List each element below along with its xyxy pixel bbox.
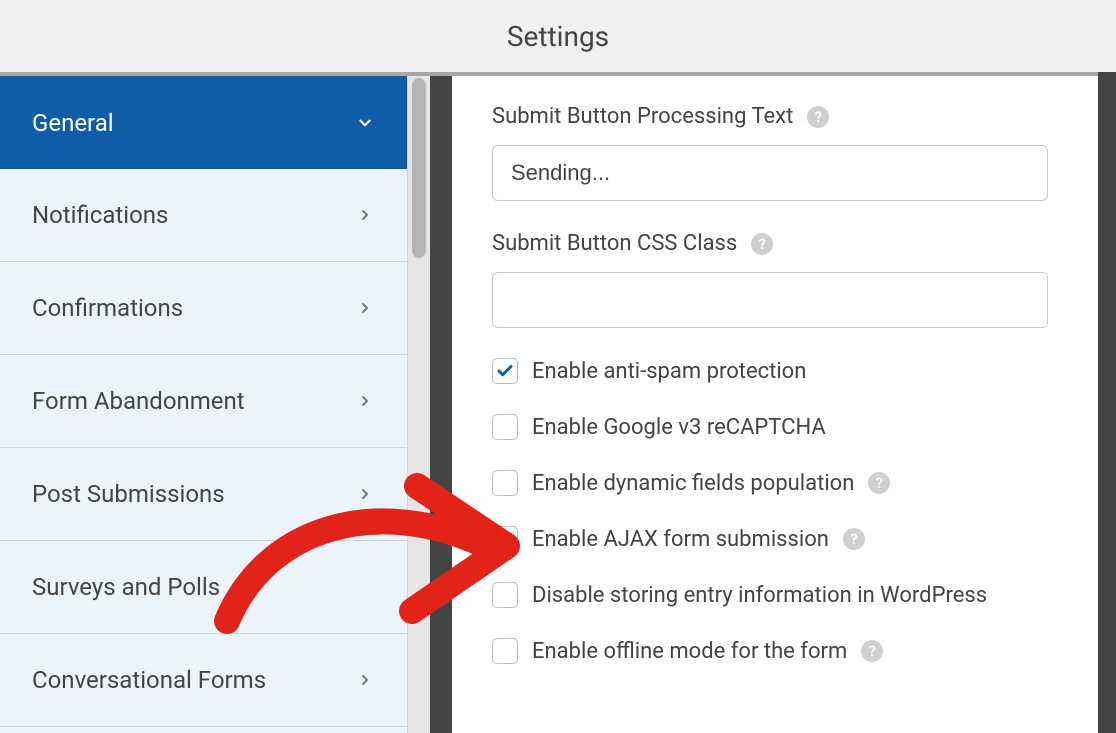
sidebar-item-label: Notifications [32, 201, 168, 229]
checkbox-icon[interactable] [492, 358, 518, 384]
field-label-row: Submit Button Processing Text ? [492, 104, 1076, 129]
checkbox-icon[interactable] [492, 638, 518, 664]
chevron-right-icon [355, 670, 375, 690]
sidebar-item-label: Post Submissions [32, 480, 225, 508]
scrollbar-thumb[interactable] [412, 78, 426, 258]
help-icon[interactable]: ? [751, 233, 773, 255]
settings-container: General Notifications Confirmations Form… [0, 72, 1116, 733]
sidebar-item-label: Conversational Forms [32, 666, 266, 694]
checkbox-offline-mode[interactable]: Enable offline mode for the form ? [492, 638, 1076, 664]
checkbox-icon[interactable] [492, 526, 518, 552]
help-icon[interactable]: ? [868, 472, 890, 494]
checkbox-ajax[interactable]: Enable AJAX form submission ? [492, 526, 1076, 552]
chevron-none [355, 577, 375, 597]
checkbox-label: Enable Google v3 reCAPTCHA [532, 415, 826, 440]
panel-divider [430, 76, 452, 733]
sidebar-item-general[interactable]: General [0, 76, 407, 169]
sidebar-item-label: General [32, 109, 114, 137]
sidebar-item-confirmations[interactable]: Confirmations [0, 262, 407, 355]
checkbox-recaptcha[interactable]: Enable Google v3 reCAPTCHA [492, 414, 1076, 440]
field-label: Submit Button CSS Class [492, 231, 737, 256]
page-title: Settings [507, 20, 609, 53]
checkbox-label: Enable dynamic fields population [532, 471, 854, 496]
checkbox-dynamic-fields[interactable]: Enable dynamic fields population ? [492, 470, 1076, 496]
settings-sidebar: General Notifications Confirmations Form… [0, 76, 408, 733]
settings-main-panel: Submit Button Processing Text ? Submit B… [452, 76, 1116, 733]
sidebar-item-label: Form Abandonment [32, 387, 245, 415]
page-header: Settings [0, 0, 1116, 72]
chevron-right-icon [355, 391, 375, 411]
chevron-down-icon [355, 113, 375, 133]
right-edge-strip [1098, 72, 1116, 733]
field-processing-text: Submit Button Processing Text ? [492, 104, 1076, 201]
sidebar-item-label: Surveys and Polls [32, 573, 220, 601]
chevron-right-icon [355, 484, 375, 504]
chevron-right-icon [355, 298, 375, 318]
help-icon[interactable]: ? [807, 106, 829, 128]
chevron-right-icon [355, 205, 375, 225]
checkbox-disable-storing[interactable]: Disable storing entry information in Wor… [492, 582, 1076, 608]
field-label-row: Submit Button CSS Class ? [492, 231, 1076, 256]
processing-text-input[interactable] [492, 145, 1048, 201]
checkbox-icon[interactable] [492, 470, 518, 496]
sidebar-item-label: Confirmations [32, 294, 183, 322]
checkbox-anti-spam[interactable]: Enable anti-spam protection [492, 358, 1076, 384]
css-class-input[interactable] [492, 272, 1048, 328]
help-icon[interactable]: ? [843, 528, 865, 550]
sidebar-item-post-submissions[interactable]: Post Submissions [0, 448, 407, 541]
checkbox-label: Enable AJAX form submission [532, 527, 829, 552]
checkbox-icon[interactable] [492, 582, 518, 608]
checkbox-label: Enable offline mode for the form [532, 639, 847, 664]
sidebar-item-conversational-forms[interactable]: Conversational Forms [0, 634, 407, 727]
sidebar-item-surveys-polls[interactable]: Surveys and Polls [0, 541, 407, 634]
checkbox-icon[interactable] [492, 414, 518, 440]
help-icon[interactable]: ? [861, 640, 883, 662]
field-label: Submit Button Processing Text [492, 104, 793, 129]
checkbox-label: Disable storing entry information in Wor… [532, 583, 987, 608]
checkbox-label: Enable anti-spam protection [532, 359, 806, 384]
sidebar-scrollbar[interactable] [408, 76, 430, 733]
sidebar-item-form-abandonment[interactable]: Form Abandonment [0, 355, 407, 448]
sidebar-item-notifications[interactable]: Notifications [0, 169, 407, 262]
field-css-class: Submit Button CSS Class ? [492, 231, 1076, 328]
